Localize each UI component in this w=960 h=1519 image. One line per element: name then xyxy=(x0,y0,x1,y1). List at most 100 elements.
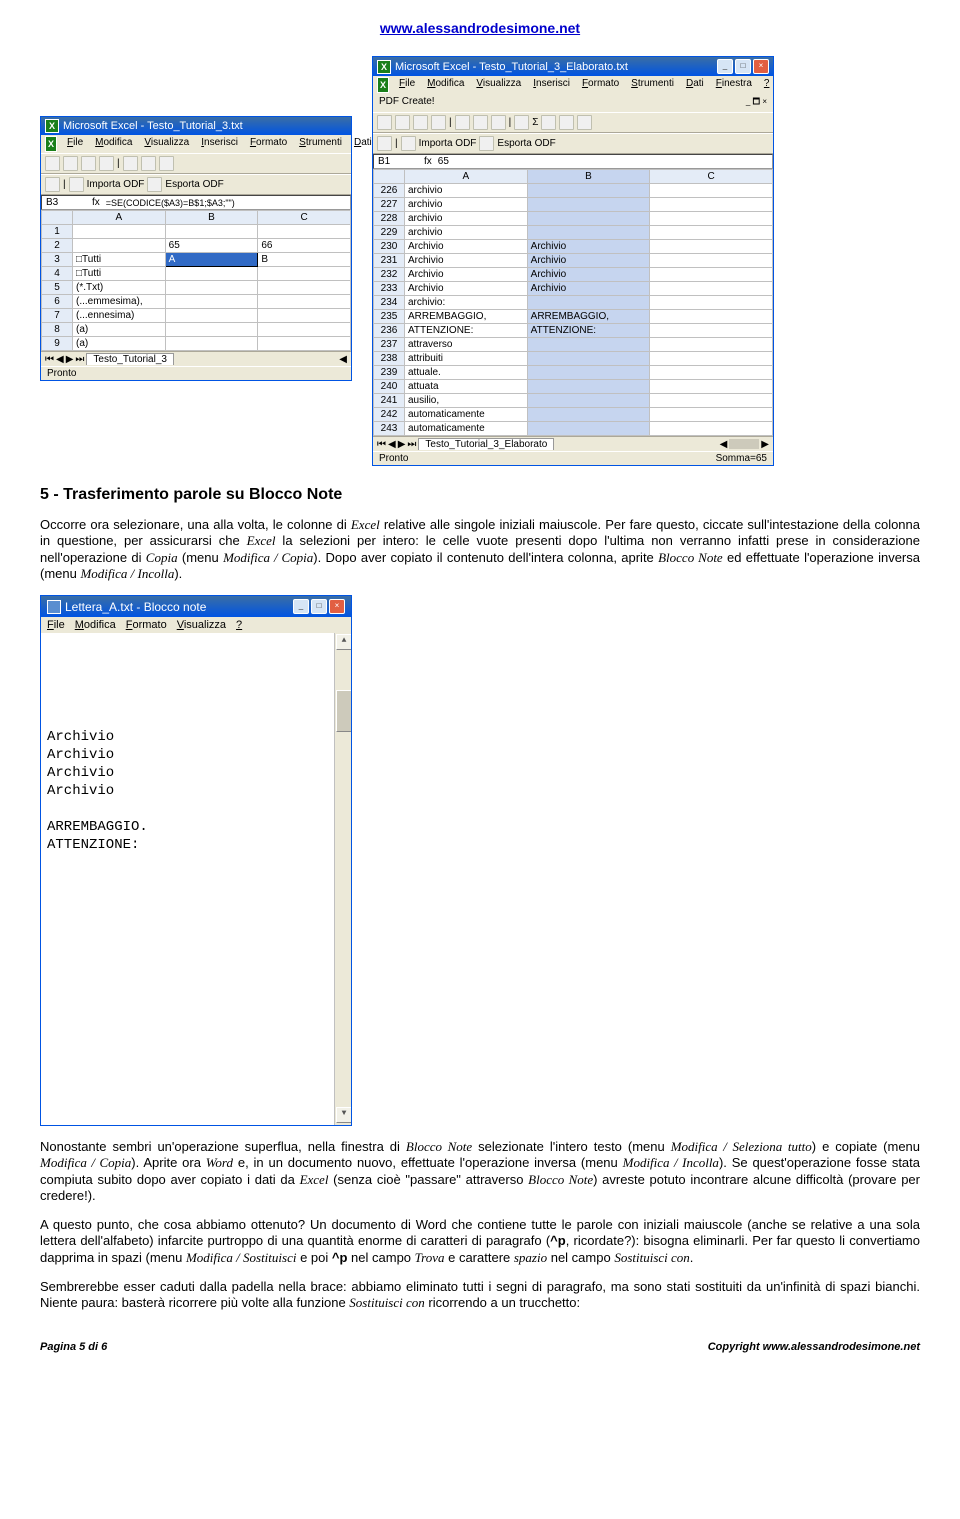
cell[interactable] xyxy=(527,212,650,226)
export-odf-label[interactable]: Esporta ODF xyxy=(165,179,223,190)
cell[interactable] xyxy=(650,310,773,324)
row-header[interactable]: 6 xyxy=(42,295,73,309)
menu-formato[interactable]: Formato xyxy=(126,619,167,631)
menu-modifica[interactable]: Modifica xyxy=(425,77,466,93)
paste-icon[interactable] xyxy=(159,156,174,171)
row-header[interactable]: 237 xyxy=(374,338,405,352)
cell[interactable] xyxy=(650,296,773,310)
menu-modifica[interactable]: Modifica xyxy=(93,136,134,152)
cell[interactable]: automaticamente xyxy=(405,408,528,422)
row-header[interactable]: 8 xyxy=(42,323,73,337)
odf-icon[interactable] xyxy=(377,136,392,151)
cell[interactable] xyxy=(258,225,351,239)
cell[interactable] xyxy=(650,366,773,380)
cell[interactable]: (a) xyxy=(73,337,166,351)
cell[interactable]: Archivio xyxy=(527,268,650,282)
row-header[interactable]: 2 xyxy=(42,239,73,253)
menu-strumenti[interactable]: Strumenti xyxy=(297,136,344,152)
cell[interactable]: archivio xyxy=(405,198,528,212)
help-icon[interactable] xyxy=(577,115,592,130)
row-header[interactable]: 228 xyxy=(374,212,405,226)
row-header[interactable]: 7 xyxy=(42,309,73,323)
row-header[interactable]: 226 xyxy=(374,184,405,198)
cell[interactable]: archivio xyxy=(405,184,528,198)
cell[interactable]: ATTENZIONE: xyxy=(405,324,528,338)
open-icon[interactable] xyxy=(63,156,78,171)
cell[interactable]: Archivio xyxy=(405,240,528,254)
cell[interactable]: attuale. xyxy=(405,366,528,380)
row-header[interactable]: 9 xyxy=(42,337,73,351)
cell[interactable] xyxy=(650,338,773,352)
import-odf-label[interactable]: Importa ODF xyxy=(87,179,145,190)
cell[interactable]: ausilio, xyxy=(405,394,528,408)
menu-finestra[interactable]: Finestra xyxy=(714,77,754,93)
cell[interactable]: attraverso xyxy=(405,338,528,352)
cell[interactable]: □Tutti xyxy=(73,253,166,267)
scrollbar-vertical[interactable]: ▲ ▼ xyxy=(334,633,351,1125)
formula-value[interactable]: 65 xyxy=(438,156,449,167)
cell[interactable] xyxy=(527,296,650,310)
cell[interactable]: B xyxy=(258,253,351,267)
row-header[interactable]: 239 xyxy=(374,366,405,380)
menu-inserisci[interactable]: Inserisci xyxy=(531,77,572,93)
cell[interactable] xyxy=(527,184,650,198)
cell[interactable]: Archivio xyxy=(405,254,528,268)
cell[interactable]: A xyxy=(165,253,258,267)
row-header[interactable]: 236 xyxy=(374,324,405,338)
row-header[interactable]: 231 xyxy=(374,254,405,268)
col-header-B[interactable]: B xyxy=(527,170,650,184)
cell[interactable] xyxy=(73,239,166,253)
menu-modifica[interactable]: Modifica xyxy=(75,619,116,631)
cell[interactable] xyxy=(650,184,773,198)
open-icon[interactable] xyxy=(395,115,410,130)
row-header[interactable]: 5 xyxy=(42,281,73,295)
copy-icon[interactable] xyxy=(141,156,156,171)
print-icon[interactable] xyxy=(431,115,446,130)
cell[interactable] xyxy=(527,422,650,436)
header-link[interactable]: www.alessandrodesimone.net xyxy=(40,20,920,36)
cell[interactable] xyxy=(165,337,258,351)
namebox[interactable]: B3 xyxy=(46,197,86,208)
cell[interactable] xyxy=(258,323,351,337)
menu-visualizza[interactable]: Visualizza xyxy=(142,136,191,152)
cell[interactable] xyxy=(258,337,351,351)
cell[interactable]: Archivio xyxy=(527,282,650,296)
save-icon[interactable] xyxy=(413,115,428,130)
cell[interactable] xyxy=(527,394,650,408)
cell[interactable]: archivio xyxy=(405,226,528,240)
col-header-C[interactable]: C xyxy=(650,170,773,184)
corner-cell[interactable] xyxy=(42,211,73,225)
cell[interactable]: archivio xyxy=(405,212,528,226)
menu-strumenti[interactable]: Strumenti xyxy=(629,77,676,93)
sheet-tab[interactable]: Testo_Tutorial_3_Elaborato xyxy=(418,438,554,450)
cell[interactable] xyxy=(527,380,650,394)
cell[interactable]: ARREMBAGGIO, xyxy=(405,310,528,324)
cut-icon[interactable] xyxy=(123,156,138,171)
corner-cell[interactable] xyxy=(374,170,405,184)
import-odf-label[interactable]: Importa ODF xyxy=(419,138,477,149)
namebox[interactable]: B1 xyxy=(378,156,418,167)
spreadsheet-grid[interactable]: ABC226archivio227archivio228archivio229a… xyxy=(373,169,773,436)
cell[interactable]: Archivio xyxy=(527,240,650,254)
cell[interactable] xyxy=(527,352,650,366)
cell[interactable]: (*.Txt) xyxy=(73,281,166,295)
menu-formato[interactable]: Formato xyxy=(580,77,621,93)
menu-visualizza[interactable]: Visualizza xyxy=(474,77,523,93)
minimize-btn[interactable]: _ xyxy=(293,599,309,614)
cell[interactable] xyxy=(527,198,650,212)
menu-dati[interactable]: Dati xyxy=(352,136,374,152)
export-icon[interactable] xyxy=(147,177,162,192)
cell[interactable] xyxy=(258,267,351,281)
spreadsheet-grid[interactable]: ABC1265663□TuttiAB4□Tutti5(*.Txt)6(...em… xyxy=(41,210,351,351)
menu-file[interactable]: File xyxy=(397,77,417,93)
row-header[interactable]: 3 xyxy=(42,253,73,267)
menu-file[interactable]: File xyxy=(65,136,85,152)
cell[interactable] xyxy=(165,295,258,309)
sheet-tab[interactable]: Testo_Tutorial_3 xyxy=(86,353,174,365)
cell[interactable]: Archivio xyxy=(405,282,528,296)
cell[interactable]: 66 xyxy=(258,239,351,253)
cell[interactable]: (a) xyxy=(73,323,166,337)
cell[interactable]: archivio: xyxy=(405,296,528,310)
maximize-btn[interactable]: □ xyxy=(735,59,751,74)
cell[interactable] xyxy=(165,323,258,337)
